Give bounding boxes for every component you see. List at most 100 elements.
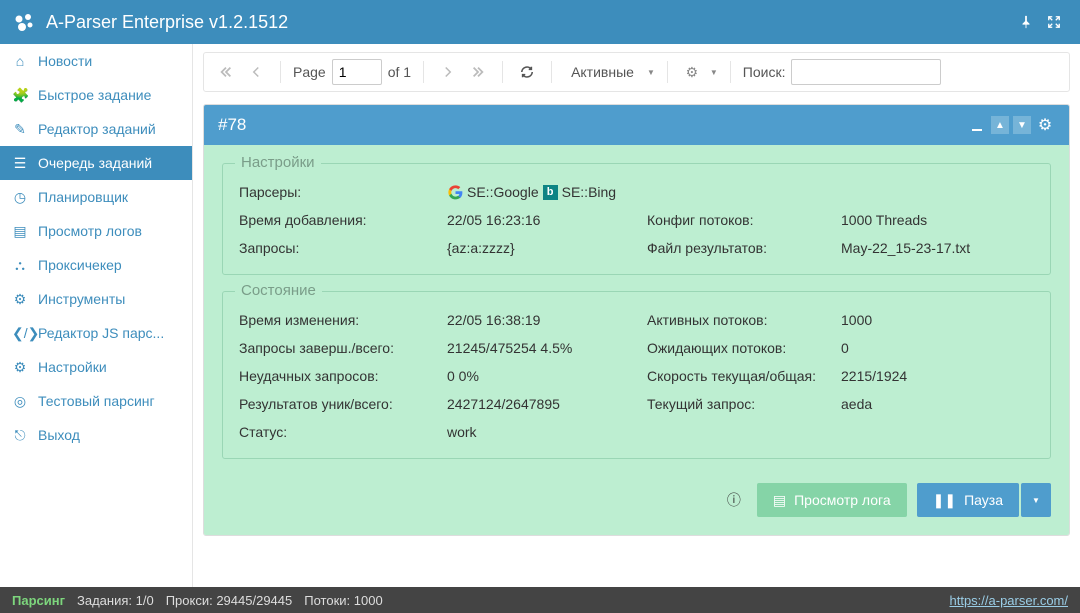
search-label: Поиск: (743, 64, 786, 80)
sidebar-item-label: Планировщик (38, 189, 128, 205)
page-input[interactable] (332, 59, 382, 85)
settings-button[interactable]: ⚙ (680, 60, 704, 84)
config-value: 1000 Threads (841, 212, 1034, 228)
puzzle-icon: 🧩 (12, 87, 28, 104)
card-body: Настройки Парсеры: SE::Google b SE::Bing… (204, 145, 1069, 535)
code-icon: ❮/❯ (12, 325, 28, 342)
sidebar-item-exit[interactable]: ⎋Выход (0, 418, 192, 452)
viewlog-button[interactable]: ▤ Просмотр лога (757, 483, 907, 517)
toolbar-separator (730, 61, 731, 83)
target-icon: ◎ (12, 393, 28, 410)
sidebar-item-proxychecker[interactable]: ⛬ Проксичекер (0, 248, 192, 282)
sidebar-item-label: Новости (38, 53, 92, 69)
speed-value: 2215/1924 (841, 368, 1034, 384)
edit-icon: ✎ (12, 121, 28, 138)
sidebar-item-scheduler[interactable]: ◷Планировщик (0, 180, 192, 214)
sidebar-item-label: Тестовый парсинг (38, 393, 155, 409)
sidebar-item-settings[interactable]: ⚙ Настройки (0, 350, 192, 384)
gears-icon: ⚙ (12, 291, 28, 308)
sidebar-item-taskqueue[interactable]: ☰ Очередь заданий (0, 146, 192, 180)
page-of-label: of 1 (388, 64, 411, 80)
sidebar-item-label: Просмотр логов (38, 223, 142, 239)
added-label: Время добавления: (239, 212, 447, 228)
card-settings-button[interactable]: ⚙ (1035, 115, 1055, 135)
added-value: 22/05 16:23:16 (447, 212, 647, 228)
minimize-button[interactable] (967, 115, 987, 135)
sidebar-item-label: Проксичекер (38, 257, 122, 273)
settings-legend: Настройки (235, 154, 321, 171)
parser-google-label: SE::Google (467, 184, 539, 200)
tasks-status: Задания: 1/0 (77, 593, 154, 608)
exit-icon: ⎋ (12, 427, 28, 444)
wait-label: Ожидающих потоков: (647, 340, 841, 356)
queries-label: Запросы: (239, 240, 447, 256)
state-fieldset: Состояние Время изменения: 22/05 16:38:1… (222, 291, 1051, 459)
list-icon: ☰ (12, 155, 28, 172)
fail-value: 0 0% (447, 368, 647, 384)
status-label: Статус: (239, 424, 447, 440)
sidebar-item-label: Настройки (38, 359, 107, 375)
pause-dropdown-button[interactable]: ▼ (1021, 483, 1051, 517)
state-legend: Состояние (235, 282, 322, 299)
settings-fieldset: Настройки Парсеры: SE::Google b SE::Bing… (222, 163, 1051, 275)
pause-label: Пауза (964, 492, 1003, 508)
curq-value: aeda (841, 396, 1034, 412)
expand-button[interactable] (1040, 8, 1068, 36)
resfile-label: Файл результатов: (647, 240, 841, 256)
toolbar: Page of 1 Активные ▼ ⚙ ▼ Поиск: (203, 52, 1070, 92)
sidebar-item-tools[interactable]: ⚙ Инструменты (0, 282, 192, 316)
app-logo-icon (12, 10, 36, 34)
toolbar-separator (423, 61, 424, 83)
prog-label: Запросы заверш./всего: (239, 340, 447, 356)
sidebar-item-taskeditor[interactable]: ✎ Редактор заданий (0, 112, 192, 146)
toolbar-separator (551, 61, 552, 83)
sidebar: ⌂Новости 🧩 Быстрое задание ✎ Редактор зада… (0, 44, 193, 587)
sidebar-item-viewlogs[interactable]: ▤ Просмотр логов (0, 214, 192, 248)
resfile-value: May-22_15-23-17.txt (841, 240, 1034, 256)
google-icon (447, 184, 463, 200)
dropdown-arrow-icon[interactable]: ▼ (710, 68, 718, 77)
sidebar-item-quicktask[interactable]: 🧩 Быстрое задание (0, 78, 192, 112)
pause-icon: ❚❚ (933, 492, 956, 509)
viewlog-label: Просмотр лога (794, 492, 891, 508)
next-page-button[interactable] (436, 60, 460, 84)
pause-button[interactable]: ❚❚ Пауза (917, 483, 1019, 517)
sidebar-item-testparsing[interactable]: ◎ Тестовый парсинг (0, 384, 192, 418)
sidebar-item-label: Инструменты (38, 291, 125, 307)
action-bar: ⓘ ▤ Просмотр лога ❚❚ Пауза ▼ (222, 475, 1051, 517)
threads-status: Потоки: 1000 (304, 593, 382, 608)
sidebar-item-label: Редактор заданий (38, 121, 156, 137)
sidebar-item-news[interactable]: ⌂Новости (0, 44, 192, 78)
site-link[interactable]: https://a-parser.com/ (950, 593, 1069, 608)
filter-dropdown[interactable]: Активные (564, 60, 641, 84)
active-value: 1000 (841, 312, 1034, 328)
status-value: work (447, 424, 647, 440)
info-icon[interactable]: ⓘ (727, 490, 747, 510)
sidebar-item-label: Очередь заданий (38, 155, 152, 171)
refresh-button[interactable] (515, 60, 539, 84)
search-input[interactable] (791, 59, 941, 85)
toolbar-separator (502, 61, 503, 83)
wait-value: 0 (841, 340, 1034, 356)
gear-icon: ⚙ (12, 359, 28, 376)
config-label: Конфиг потоков: (647, 212, 841, 228)
parser-bing-label: SE::Bing (562, 184, 616, 200)
sidebar-item-label: Быстрое задание (38, 87, 151, 103)
last-page-button[interactable] (466, 60, 490, 84)
pin-button[interactable] (1012, 8, 1040, 36)
sidebar-item-jseditor[interactable]: ❮/❯ Редактор JS парс... (0, 316, 192, 350)
task-card: #78 ▲ ▼ ⚙ Настройки Парсеры: SE::Google … (203, 104, 1070, 536)
sidebar-item-label: Редактор JS парс... (38, 325, 164, 341)
dropdown-arrow-icon[interactable]: ▼ (647, 68, 655, 77)
move-up-button[interactable]: ▲ (991, 116, 1009, 134)
toolbar-separator (280, 61, 281, 83)
prev-page-button[interactable] (244, 60, 268, 84)
sitemap-icon: ⛬ (12, 257, 28, 274)
fail-label: Неудачных запросов: (239, 368, 447, 384)
doc-icon: ▤ (12, 223, 28, 240)
first-page-button[interactable] (214, 60, 238, 84)
res-value: 2427124/2647895 (447, 396, 647, 412)
move-down-button[interactable]: ▼ (1013, 116, 1031, 134)
status-bar: Парсинг Задания: 1/0 Прокси: 29445/29445… (0, 587, 1080, 613)
speed-label: Скорость текущая/общая: (647, 368, 841, 384)
